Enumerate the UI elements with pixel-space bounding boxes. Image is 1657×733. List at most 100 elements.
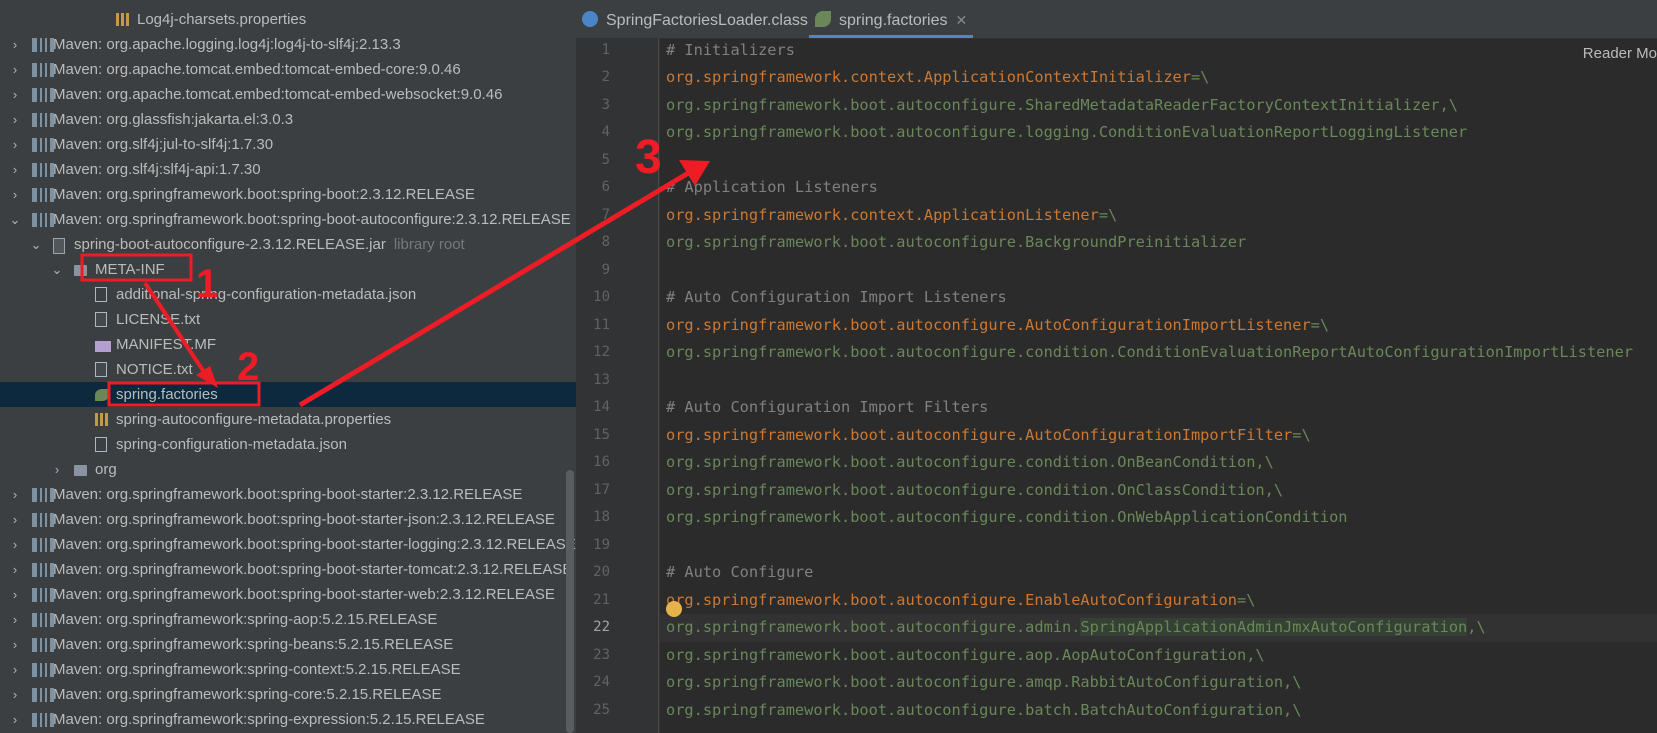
expand-arrow-icon[interactable]: › — [8, 57, 22, 82]
tree-row[interactable]: › Maven: org.slf4j:jul-to-slf4j:1.7.30 — [0, 132, 576, 157]
tree-row[interactable]: › Maven: org.slf4j:slf4j-api:1.7.30 — [0, 157, 576, 182]
expand-arrow-icon[interactable]: › — [8, 632, 22, 657]
code-line[interactable]: org.springframework.boot.autoconfigure.c… — [666, 449, 1274, 477]
tree-row[interactable]: ⌄ META-INF — [0, 257, 576, 282]
code-token: =\ — [1098, 205, 1118, 224]
expand-arrow-icon[interactable]: ⌄ — [50, 257, 64, 282]
code-line[interactable]: org.springframework.boot.autoconfigure.S… — [666, 92, 1458, 120]
tree-row[interactable]: spring.factories — [0, 382, 576, 407]
tree-row[interactable]: › Maven: org.springframework.boot:spring-… — [0, 582, 576, 607]
expand-arrow-icon[interactable]: › — [8, 132, 22, 157]
project-tree[interactable]: Log4j-charsets.properties › Maven: org.apa… — [0, 0, 576, 733]
line-number: 22 — [593, 619, 610, 635]
expand-arrow-icon[interactable]: › — [8, 507, 22, 532]
tree-row-label: Maven: org.springframework:spring-core:5… — [53, 686, 442, 703]
expand-arrow-icon[interactable]: › — [8, 182, 22, 207]
library-icon — [32, 213, 54, 227]
tree-row-label: Maven: org.springframework:spring-contex… — [53, 661, 461, 678]
code-line[interactable]: org.springframework.boot.autoconfigure.c… — [666, 504, 1348, 532]
expand-arrow-icon[interactable]: › — [8, 607, 22, 632]
code-line[interactable]: # Auto Configuration Import Filters — [666, 394, 988, 422]
library-icon — [32, 613, 54, 627]
tree-row[interactable]: › Maven: org.springframework.boot:spring-… — [0, 557, 576, 582]
expand-arrow-icon[interactable]: › — [8, 682, 22, 707]
line-number: 5 — [601, 151, 610, 168]
tree-row[interactable]: › Maven: org.springframework.boot:spring-… — [0, 507, 576, 532]
code-token: org.springframework.boot.autoconfigure.B… — [666, 233, 1247, 251]
tree-row[interactable]: › Maven: org.springframework:spring-beans… — [0, 632, 576, 657]
code-line[interactable]: org.springframework.boot.autoconfigure.A… — [666, 312, 1329, 340]
code-token: =\ — [1310, 315, 1330, 334]
tree-row[interactable]: LICENSE.txt — [0, 307, 576, 332]
code-line[interactable]: org.springframework.boot.autoconfigure.A… — [666, 422, 1311, 450]
tree-row-label: spring-autoconfigure-metadata.properties — [116, 411, 392, 428]
editor-pane[interactable]: SpringFactoriesLoader.class✕ spring.fact… — [576, 0, 1657, 733]
project-tree-scrollbar[interactable] — [566, 470, 574, 733]
tab-spring-factories[interactable]: spring.factories ✕ — [809, 0, 974, 38]
code-line[interactable]: org.springframework.boot.autoconfigure.l… — [666, 119, 1467, 147]
code-line[interactable]: # Application Listeners — [666, 174, 878, 202]
code-line[interactable]: org.springframework.context.ApplicationL… — [666, 202, 1117, 230]
tree-row-label: Maven: org.springframework:spring-beans:… — [53, 636, 454, 653]
expand-arrow-icon[interactable]: ⌄ — [29, 232, 43, 257]
tree-row[interactable]: spring-configuration-metadata.json — [0, 432, 576, 457]
tree-row[interactable]: › Maven: org.apache.tomcat.embed:tomcat-e… — [0, 82, 576, 107]
code-line[interactable]: # Initializers — [666, 37, 795, 65]
text-file-icon — [95, 312, 107, 327]
tree-row[interactable]: › Maven: org.springframework:spring-expre… — [0, 707, 576, 732]
expand-arrow-icon[interactable]: › — [8, 557, 22, 582]
tree-row[interactable]: MANIFEST.MF — [0, 332, 576, 357]
code-line[interactable]: org.springframework.boot.autoconfigure.E… — [666, 587, 1255, 615]
tree-row[interactable]: ⌄ spring-boot-autoconfigure-2.3.12.RELEAS… — [0, 232, 576, 257]
tree-row[interactable]: Log4j-charsets.properties — [0, 7, 576, 32]
tree-row[interactable]: › Maven: org.glassfish:jakarta.el:3.0.3 — [0, 107, 576, 132]
code-line[interactable]: org.springframework.boot.autoconfigure.b… — [666, 697, 1301, 725]
tree-row[interactable]: spring-autoconfigure-metadata.properties — [0, 407, 576, 432]
expand-arrow-icon[interactable]: › — [8, 657, 22, 682]
library-icon — [32, 588, 54, 602]
expand-arrow-icon[interactable]: › — [8, 107, 22, 132]
expand-arrow-icon[interactable]: › — [50, 457, 64, 482]
expand-arrow-icon[interactable]: › — [8, 82, 22, 107]
expand-arrow-icon[interactable]: › — [8, 482, 22, 507]
code-line[interactable]: org.springframework.boot.autoconfigure.c… — [666, 477, 1283, 505]
code-line[interactable]: org.springframework.boot.autoconfigure.a… — [666, 669, 1301, 697]
line-number-gutter: 1 2 3 4 5 6 7 8 9 10 11 12 13 14 15 16 17 18 19 20 21 22 23 24 2… — [576, 38, 660, 733]
code-token: org.springframework.boot.autoconfigure.c… — [666, 480, 1284, 499]
code-line[interactable]: org.springframework.boot.autoconfigure.a… — [660, 614, 1657, 642]
code-token: org.springframework.boot.autoconfigure.a… — [666, 645, 1265, 664]
code-line[interactable]: org.springframework.boot.autoconfigure.B… — [666, 229, 1246, 257]
code-token: org.springframework.context.ApplicationL… — [666, 205, 1099, 224]
lightbulb-icon[interactable] — [666, 601, 682, 617]
tree-row[interactable]: NOTICE.txt — [0, 357, 576, 382]
close-icon[interactable]: ✕ — [956, 12, 968, 28]
tree-row[interactable]: additional-spring-configuration-metadata… — [0, 282, 576, 307]
tree-row[interactable]: › Maven: org.springframework.boot:spring-… — [0, 182, 576, 207]
tree-row[interactable]: ⌄ Maven: org.springframework.boot:spring-… — [0, 207, 576, 232]
code-line[interactable]: # Auto Configure — [666, 559, 813, 587]
reader-mode-button[interactable]: Reader Mo — [1583, 45, 1657, 62]
expand-arrow-icon[interactable]: › — [8, 157, 22, 182]
code-line[interactable]: # Auto Configuration Import Listeners — [666, 284, 1007, 312]
tree-row[interactable]: › Maven: org.springframework:spring-core:… — [0, 682, 576, 707]
tree-row-label: Maven: org.glassfish:jakarta.el:3.0.3 — [53, 111, 294, 128]
tree-row[interactable]: › Maven: org.springframework.boot:spring-… — [0, 482, 576, 507]
tree-row[interactable]: › Maven: org.springframework:spring-aop:5… — [0, 607, 576, 632]
code-line[interactable]: org.springframework.boot.autoconfigure.c… — [666, 339, 1633, 367]
expand-arrow-icon[interactable]: › — [8, 532, 22, 557]
expand-arrow-icon[interactable]: ⌄ — [8, 207, 22, 232]
tree-row[interactable]: › Maven: org.springframework:spring-conte… — [0, 657, 576, 682]
line-number: 19 — [593, 536, 610, 553]
code-line[interactable]: org.springframework.boot.autoconfigure.a… — [666, 642, 1265, 670]
expand-arrow-icon[interactable]: › — [8, 32, 22, 57]
tree-row[interactable]: › Maven: org.springframework.boot:spring-… — [0, 532, 576, 557]
code-line[interactable]: org.springframework.context.ApplicationC… — [666, 64, 1209, 92]
expand-arrow-icon[interactable]: › — [8, 707, 22, 732]
tree-row[interactable]: › Maven: org.apache.tomcat.embed:tomcat-e… — [0, 57, 576, 82]
tree-row[interactable]: › org — [0, 457, 576, 482]
code-token: org.springframework.boot.autoconfigure.E… — [666, 590, 1237, 609]
expand-arrow-icon[interactable]: › — [8, 582, 22, 607]
tree-row[interactable]: › Maven: org.apache.logging.log4j:log4j-t… — [0, 32, 576, 57]
tab-springfactoriesloader-class[interactable]: SpringFactoriesLoader.class✕ — [582, 0, 828, 38]
line-number: 17 — [593, 481, 610, 498]
